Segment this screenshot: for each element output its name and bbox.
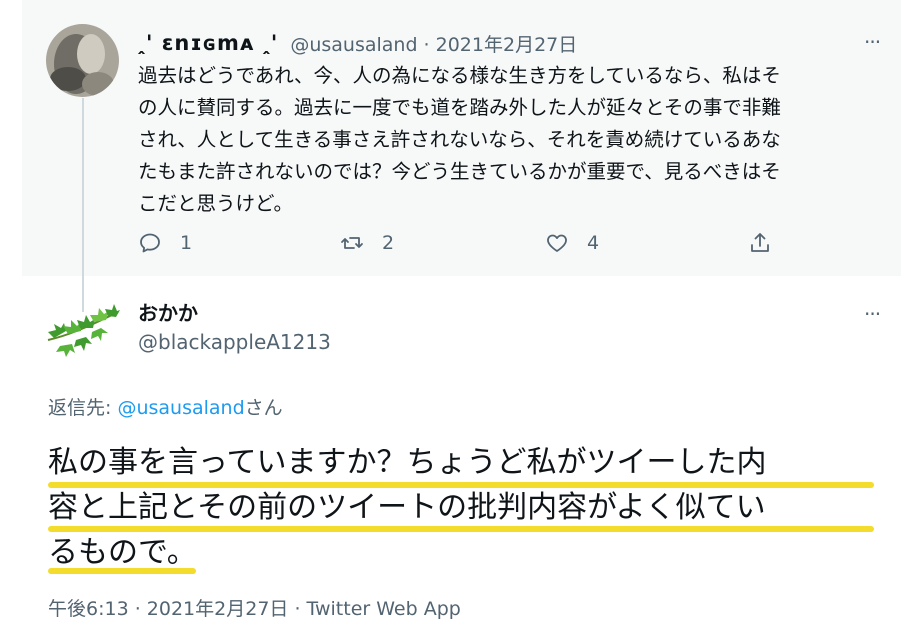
display-name[interactable]: ꞈꞌ ɛnɪɢmᴀ ꞈꞌ	[138, 31, 278, 56]
thread-connector	[82, 98, 84, 312]
avatar[interactable]	[46, 24, 119, 97]
more-options-icon[interactable]: ···	[864, 302, 881, 326]
retweet-icon	[341, 237, 363, 249]
display-name[interactable]: おかか	[138, 297, 198, 326]
text-line: こだと思うけど。	[138, 192, 294, 215]
handle[interactable]: @blackappleA1213	[138, 330, 331, 354]
reply-count: 1	[180, 232, 193, 254]
tweet-timestamp[interactable]: 午後6:13 · 2021年2月27日 · Twitter Web App	[48, 594, 461, 621]
parent-tweet-text: 過去はどうであれ、今、人の為になる様な生き方をしているなら、私はそ の人に賛同す…	[138, 60, 883, 220]
text-line: 私の事を言っていますか？ちょうど私がツイーした内	[48, 445, 767, 480]
text-line: たもまた許されないのでは？今どう生きているかが重要で、見るべきはそ	[138, 160, 781, 183]
text-line: され、人として生きる事さえ許されないなら、それを責め続けているあな	[138, 128, 781, 151]
retweet-action[interactable]: 2	[340, 228, 394, 258]
like-count: 4	[587, 232, 600, 254]
heart-icon	[547, 234, 567, 252]
reply-tweet-text: 私の事を言っていますか？ちょうど私がツイーした内 容と上記とその前のツイートの批…	[48, 440, 888, 575]
text-line: の人に賛同する。過去に一度でも道を踏み外した人が延々とその事で非難	[138, 96, 781, 119]
reply-to-mention[interactable]: @usausaland	[117, 397, 244, 419]
reply-icon	[140, 233, 160, 253]
reply-to-line: 返信先: @usausalandさん	[48, 393, 283, 420]
handle-and-date[interactable]: @usausaland · 2021年2月27日	[290, 30, 577, 57]
parent-tweet-header: ꞈꞌ ɛnɪɢmᴀ ꞈꞌ @usausaland · 2021年2月27日	[138, 28, 577, 58]
text-line: 過去はどうであれ、今、人の為になる様な生き方をしているなら、私はそ	[138, 64, 781, 87]
share-action[interactable]	[748, 228, 772, 258]
ivy-leaf-icon	[47, 304, 120, 357]
text-line: るもので。	[48, 535, 197, 570]
more-options-icon[interactable]: ···	[864, 30, 881, 54]
reply-to-prefix: 返信先:	[48, 397, 118, 419]
reply-action[interactable]: 1	[138, 228, 192, 258]
share-icon	[751, 233, 769, 252]
reply-to-suffix: さん	[244, 397, 283, 419]
avatar[interactable]	[46, 298, 120, 358]
text-line: 容と上記とその前のツイートの批判内容がよく似てい	[48, 490, 766, 525]
like-action[interactable]: 4	[545, 228, 599, 258]
retweet-count: 2	[382, 232, 395, 254]
user-photo-icon	[46, 24, 119, 97]
